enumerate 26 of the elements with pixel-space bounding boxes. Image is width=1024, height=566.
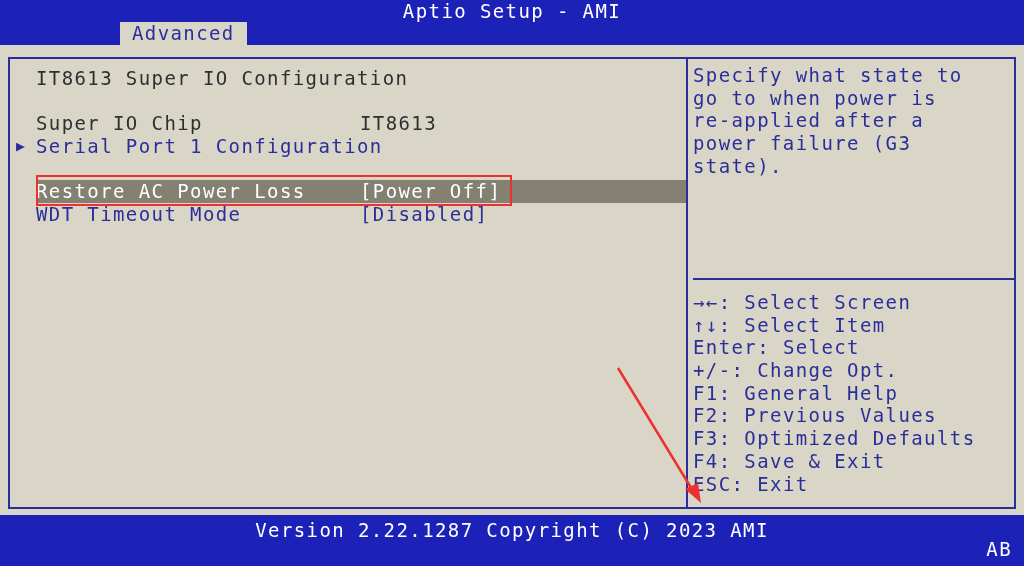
key-hint: Enter: Select	[693, 336, 861, 360]
key-hint: ↑↓: Select Item	[693, 313, 887, 337]
section-heading: IT8613 Super IO Configuration	[36, 67, 410, 90]
version-text: Version 2.22.1287 Copyright (C) 2023 AMI	[254, 518, 770, 541]
submenu-marker-icon: ▶	[10, 135, 36, 158]
help-text: state).	[693, 154, 784, 178]
setting-label[interactable]: WDT Timeout Mode	[36, 203, 360, 226]
status-indicator: AB	[986, 538, 1012, 560]
setting-value: IT8613	[360, 112, 439, 136]
key-hint: F3: Optimized Defaults	[693, 427, 977, 450]
help-text: power failure (G3	[693, 132, 913, 155]
setting-label: Super IO Chip	[36, 112, 204, 136]
help-text: re-applied after a	[693, 109, 926, 133]
help-text: go to when power is	[693, 86, 938, 110]
setting-value[interactable]: [Disabled]	[360, 203, 686, 226]
key-hint: +/-: Change Opt.	[693, 359, 900, 382]
help-text: Specify what state to	[693, 64, 964, 87]
window-title: Aptio Setup - AMI	[401, 0, 623, 22]
key-hint: →←: Select Screen	[693, 291, 913, 314]
key-hint: F2: Previous Values	[693, 404, 938, 428]
setting-label[interactable]: Restore AC Power Loss	[36, 180, 360, 204]
submenu-item[interactable]: Serial Port 1 Configuration	[36, 135, 686, 158]
key-hint: F4: Save & Exit	[693, 449, 887, 473]
key-hint: F1: General Help	[693, 381, 900, 405]
setting-value[interactable]: [Power Off]	[360, 180, 686, 204]
tab[interactable]: Advanced	[120, 22, 247, 45]
